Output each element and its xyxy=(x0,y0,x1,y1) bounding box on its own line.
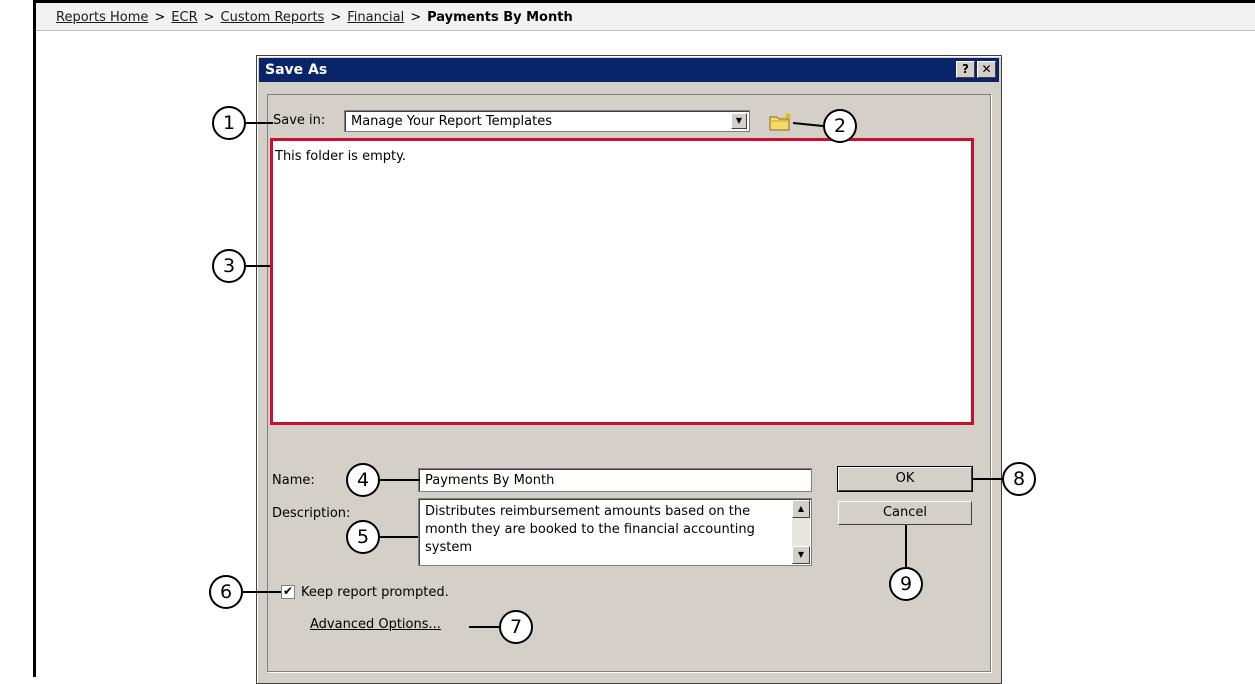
breadcrumb: Reports Home > ECR > Custom Reports > Financia… xyxy=(36,3,1255,31)
description-scrollbar[interactable]: ▲ ▼ xyxy=(792,500,810,564)
description-value: Distributes reimbursement amounts based … xyxy=(425,504,755,555)
callout-3: 3 xyxy=(212,249,246,283)
scroll-down-icon[interactable]: ▼ xyxy=(792,546,810,564)
scroll-up-icon[interactable]: ▲ xyxy=(792,500,810,518)
help-button[interactable]: ? xyxy=(956,61,975,78)
dropdown-arrow-icon[interactable]: ▼ xyxy=(731,113,747,129)
name-input[interactable]: Payments By Month xyxy=(418,468,812,492)
keep-prompted-label: Keep report prompted. xyxy=(301,585,449,600)
save-in-select[interactable]: Manage Your Report Templates ▼ xyxy=(344,110,750,132)
save-in-value: Manage Your Report Templates xyxy=(351,114,552,129)
folder-contents-list[interactable]: This folder is empty. xyxy=(270,138,974,425)
breadcrumb-separator: > xyxy=(410,10,422,25)
dialog-title: Save As xyxy=(265,62,328,78)
callout-8: 8 xyxy=(1002,462,1036,496)
callout-6: 6 xyxy=(209,575,243,609)
keep-prompted-checkbox[interactable]: ✔ xyxy=(281,585,295,599)
cancel-button[interactable]: Cancel xyxy=(838,501,972,525)
callout-4: 4 xyxy=(346,463,380,497)
breadcrumb-current: Payments By Month xyxy=(427,10,573,25)
breadcrumb-separator: > xyxy=(330,10,342,25)
save-in-label: Save in: xyxy=(273,113,326,128)
description-textarea[interactable]: Distributes reimbursement amounts based … xyxy=(418,498,812,566)
empty-folder-message: This folder is empty. xyxy=(275,149,407,164)
callout-1: 1 xyxy=(212,106,246,140)
close-button[interactable]: ✕ xyxy=(977,61,996,78)
dialog-titlebar[interactable]: Save As ? ✕ xyxy=(259,58,999,82)
callout-5: 5 xyxy=(346,520,380,554)
callout-7: 7 xyxy=(499,610,533,644)
breadcrumb-separator: > xyxy=(203,10,215,25)
callout-2: 2 xyxy=(823,109,857,143)
breadcrumb-custom-reports[interactable]: Custom Reports xyxy=(221,10,325,25)
breadcrumb-ecr[interactable]: ECR xyxy=(171,10,197,25)
breadcrumb-separator: > xyxy=(154,10,166,25)
name-label: Name: xyxy=(272,473,315,488)
ok-button[interactable]: OK xyxy=(837,466,973,492)
callout-9: 9 xyxy=(889,567,923,601)
breadcrumb-reports-home[interactable]: Reports Home xyxy=(56,10,148,25)
page-frame-left xyxy=(33,0,36,677)
new-folder-icon[interactable] xyxy=(769,113,793,131)
name-value: Payments By Month xyxy=(425,473,555,488)
breadcrumb-financial[interactable]: Financial xyxy=(347,10,404,25)
advanced-options-link[interactable]: Advanced Options... xyxy=(310,617,441,632)
description-label: Description: xyxy=(272,506,351,521)
